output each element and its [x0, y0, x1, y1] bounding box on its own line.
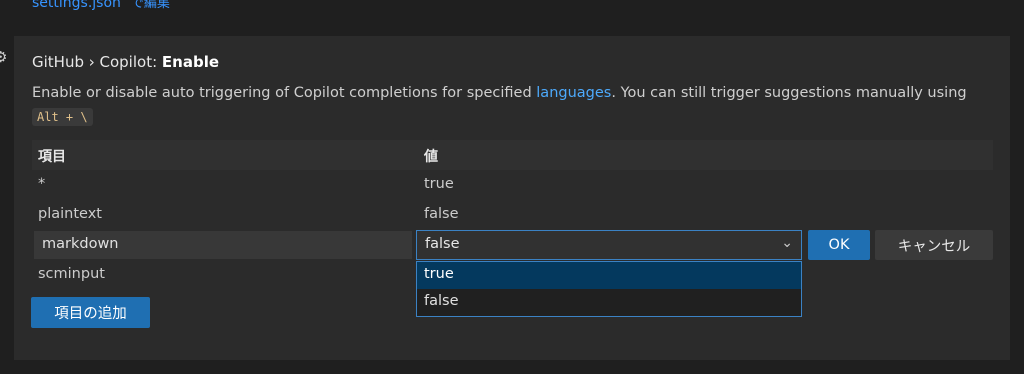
editing-row: markdown false ⌄ OK キャンセル [32, 230, 993, 260]
setting-description: Enable or disable auto triggering of Cop… [32, 81, 992, 129]
setting-category: GitHub › Copilot: [32, 53, 162, 71]
row-key: scminput [38, 266, 105, 282]
table-row[interactable]: plaintext false [32, 200, 993, 230]
row-value: true [424, 176, 454, 192]
settings-json-link[interactable]: settings.json で編集 [32, 0, 170, 11]
value-select-current: false [425, 236, 460, 252]
shortcut-keybinding: Alt + \ [32, 108, 93, 126]
value-dropdown-list: true false [416, 261, 802, 317]
description-text-1: Enable or disable auto triggering of Cop… [32, 85, 537, 101]
row-key: plaintext [38, 206, 102, 222]
edit-label[interactable]: で編集 [131, 0, 170, 11]
table-header: 項目 値 [32, 140, 993, 170]
cancel-button[interactable]: キャンセル [875, 230, 993, 260]
table-row[interactable]: * true [32, 170, 993, 200]
languages-link[interactable]: languages [536, 85, 611, 101]
chevron-down-icon: ⌄ [781, 235, 793, 251]
header-key: 項目 [38, 149, 66, 165]
value-select[interactable]: false ⌄ [416, 230, 802, 260]
setting-title: GitHub › Copilot: Enable [32, 53, 219, 71]
header-value: 値 [424, 149, 438, 165]
setting-name: Enable [161, 53, 220, 71]
key-input[interactable]: markdown [34, 231, 412, 259]
ok-button[interactable]: OK [808, 230, 870, 260]
row-key: * [38, 176, 46, 192]
row-value: false [424, 206, 459, 222]
settings-json-label[interactable]: settings.json [32, 0, 121, 11]
description-text-2: . You can still trigger suggestions manu… [611, 85, 967, 101]
dropdown-option-true[interactable]: true [417, 262, 801, 289]
dropdown-option-false[interactable]: false [417, 289, 801, 316]
add-item-button[interactable]: 項目の追加 [31, 297, 150, 328]
gear-icon[interactable]: ⚙ [0, 50, 8, 65]
